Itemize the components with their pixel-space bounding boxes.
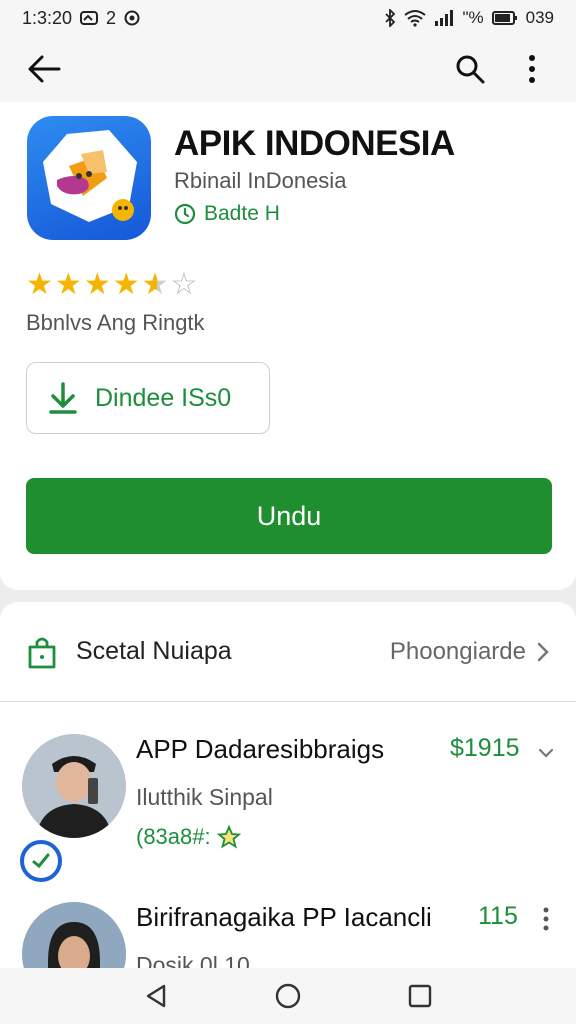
back-button[interactable] bbox=[22, 47, 66, 91]
item-subtitle: Dosik 0l.10 bbox=[136, 952, 250, 968]
overflow-menu-button[interactable] bbox=[510, 47, 554, 91]
item-price: $1915 bbox=[450, 734, 520, 762]
list-item[interactable]: Birifranagaika PP Iacancli 115 Dosik 0l.… bbox=[0, 890, 576, 968]
item-subtitle: Ilutthik Sinpal bbox=[136, 784, 273, 810]
back-arrow-icon bbox=[28, 55, 61, 83]
person-avatar-icon bbox=[22, 902, 126, 968]
app-notification-icon bbox=[124, 10, 140, 26]
star-full-icon: ★ bbox=[83, 268, 111, 301]
status-left: 1:3:20 2 bbox=[22, 8, 140, 29]
item-meta-label: (83a8#: bbox=[136, 824, 211, 849]
item-menu-button[interactable] bbox=[534, 904, 558, 934]
status-time: 1:3:20 bbox=[22, 7, 73, 28]
related-section-card: Scetal Nuiapa Phoongiarde APP Dadaresibb… bbox=[0, 602, 576, 968]
nav-home-button[interactable] bbox=[266, 974, 310, 1018]
app-icon[interactable] bbox=[27, 116, 151, 240]
star-outline-icon bbox=[216, 825, 241, 849]
status-right-time: 039 bbox=[525, 8, 554, 27]
status-right: "% 039 bbox=[384, 8, 554, 28]
bluetooth-icon bbox=[385, 9, 396, 27]
check-icon bbox=[32, 853, 50, 869]
list-item[interactable]: APP Dadaresibbraigs $1915 Ilutthik Sinpa… bbox=[0, 722, 576, 882]
nav-back-button[interactable] bbox=[134, 974, 178, 1018]
status-left-extra: 2 bbox=[106, 7, 117, 28]
app-title: APIK INDONESIA bbox=[174, 124, 455, 163]
app-details-card: APIK INDONESIA Rbinail InDonesia Badte H… bbox=[0, 102, 576, 590]
star-full-icon: ★ bbox=[54, 268, 82, 301]
triangle-back-icon bbox=[146, 984, 166, 1008]
search-button[interactable] bbox=[448, 47, 492, 91]
person-avatar-icon bbox=[22, 734, 126, 838]
star-full-icon: ★ bbox=[112, 268, 140, 301]
app-bar bbox=[0, 36, 576, 102]
item-price: 115 bbox=[478, 902, 518, 930]
search-icon bbox=[456, 55, 485, 84]
section-more-link[interactable]: Phoongiarde bbox=[390, 638, 550, 666]
wifi-icon bbox=[404, 10, 427, 27]
circle-home-icon bbox=[275, 983, 301, 1009]
rating-label: Bbnlvs Ang Ringtk bbox=[26, 310, 205, 335]
more-vert-icon bbox=[529, 55, 535, 83]
badge-label: Badte H bbox=[204, 202, 280, 225]
avatar bbox=[22, 734, 126, 838]
status-bar: 1:3:20 2 "% 039 bbox=[0, 0, 576, 36]
install-button[interactable]: Undu bbox=[26, 478, 552, 554]
app-logo-icon bbox=[43, 130, 137, 222]
badge-clock-icon bbox=[174, 203, 196, 225]
signal-icon bbox=[435, 10, 454, 26]
system-nav-bar bbox=[0, 968, 576, 1024]
star-half-icon: ★ bbox=[141, 268, 169, 301]
app-bar-actions bbox=[448, 47, 554, 91]
section-header[interactable]: Scetal Nuiapa Phoongiarde bbox=[0, 602, 576, 702]
battery-icon bbox=[491, 11, 517, 25]
verified-badge bbox=[20, 840, 62, 882]
install-outline-label: Dindee ISs0 bbox=[95, 383, 232, 412]
section-more-label: Phoongiarde bbox=[389, 637, 526, 665]
star-empty-icon: ☆ bbox=[170, 268, 198, 301]
more-vert-icon bbox=[543, 907, 549, 931]
chevron-right-icon bbox=[537, 642, 549, 661]
chevron-down-icon bbox=[538, 748, 554, 758]
star-full-icon: ★ bbox=[26, 268, 53, 301]
star-rating: ★ ★ ★ ★ ★ ☆ bbox=[26, 270, 197, 300]
item-title: APP Dadaresibbraigs bbox=[136, 734, 385, 764]
install-outline-button[interactable]: Dindee ISs0 bbox=[26, 362, 270, 434]
nav-recents-button[interactable] bbox=[398, 974, 442, 1018]
avatar bbox=[22, 902, 126, 968]
battery-percent: "% bbox=[462, 8, 484, 27]
app-badge: Badte H bbox=[174, 202, 280, 226]
shopping-bag-icon bbox=[28, 637, 56, 668]
square-recents-icon bbox=[408, 984, 432, 1008]
download-icon bbox=[49, 382, 77, 414]
developer-name[interactable]: Rbinail InDonesia bbox=[174, 168, 346, 194]
item-title: Birifranagaika PP Iacancli bbox=[136, 902, 432, 932]
section-title: Scetal Nuiapa bbox=[76, 637, 232, 665]
item-meta: (83a8#: bbox=[136, 824, 241, 850]
notification-icon bbox=[80, 11, 99, 25]
expand-button[interactable] bbox=[534, 738, 558, 768]
